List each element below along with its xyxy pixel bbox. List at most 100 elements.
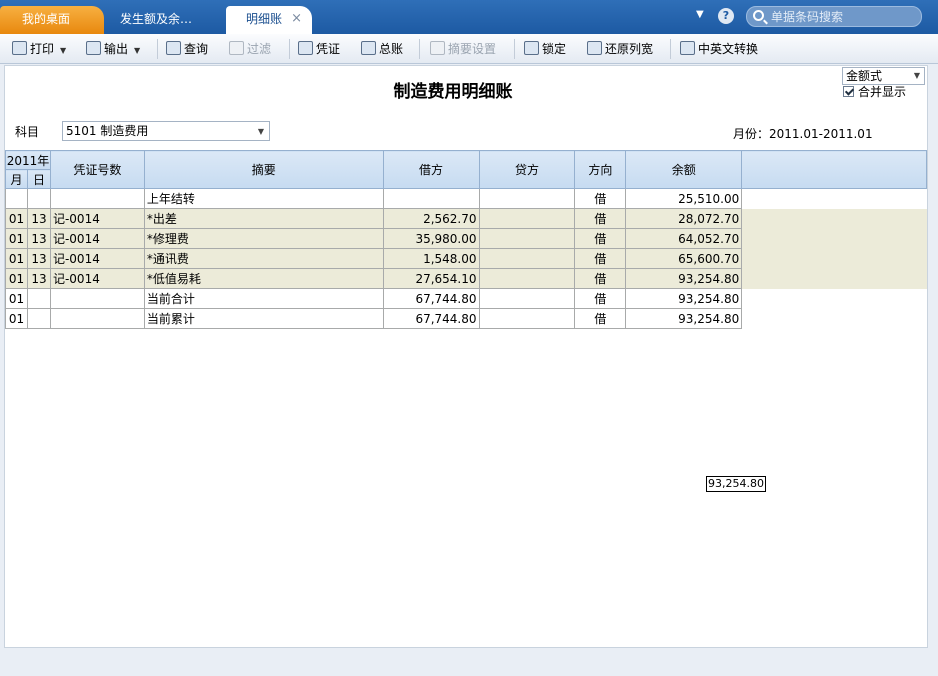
table-row[interactable]: 上年结转 借 25,510.00 [5, 188, 927, 209]
chevron-down-icon[interactable]: ▼ [696, 9, 704, 20]
month-cell[interactable] [5, 188, 28, 209]
table-row[interactable]: 01 13 记-0014 *通讯费 1,548.00 借 65,600.70 [5, 248, 927, 269]
format-select[interactable]: 金额式 ▼ [842, 67, 925, 85]
tab-detail-ledger[interactable]: 明细账 × [226, 6, 312, 34]
credit-cell[interactable] [478, 188, 576, 209]
merge-display-checkbox[interactable]: 合并显示 [843, 85, 906, 99]
tab-my-desktop[interactable]: 我的桌面 [0, 6, 104, 34]
balance-cell[interactable]: 28,072.70 [625, 208, 743, 229]
summary-cell[interactable]: *出差 [143, 208, 384, 229]
tab-balance-summary[interactable]: 发生额及余… [100, 6, 228, 34]
table-row[interactable]: 01 当前合计 67,744.80 借 93,254.80 [5, 288, 927, 309]
voucher-cell[interactable] [49, 308, 145, 329]
month-cell[interactable]: 01 [5, 208, 28, 229]
close-icon[interactable]: × [291, 6, 302, 32]
month-cell[interactable]: 01 [5, 248, 28, 269]
month-cell[interactable]: 01 [5, 288, 28, 309]
balance-cell[interactable]: 93,254.80 [625, 268, 743, 289]
restore-width-button[interactable]: 还原列宽 [587, 40, 653, 58]
blank-cell [741, 228, 927, 249]
credit-header[interactable]: 贷方 [478, 150, 576, 189]
debit-cell[interactable]: 35,980.00 [382, 228, 480, 249]
query-button[interactable]: 查询 [166, 40, 208, 58]
balance-cell[interactable]: 64,052.70 [625, 228, 743, 249]
voucher-button[interactable]: 凭证 [298, 40, 340, 58]
chevron-down-icon[interactable]: ▼ [60, 46, 66, 55]
day-cell[interactable] [26, 308, 51, 329]
direction-cell[interactable]: 借 [574, 248, 627, 269]
debit-header[interactable]: 借方 [382, 150, 480, 189]
debit-cell[interactable]: 67,744.80 [382, 308, 480, 329]
day-cell[interactable] [26, 188, 51, 209]
chevron-down-icon[interactable]: ▼ [134, 46, 140, 55]
month-cell[interactable]: 01 [5, 268, 28, 289]
debit-cell[interactable]: 27,654.10 [382, 268, 480, 289]
day-cell[interactable] [26, 288, 51, 309]
general-ledger-button[interactable]: 总账 [361, 40, 403, 58]
debit-cell[interactable]: 67,744.80 [382, 288, 480, 309]
debit-cell[interactable]: 2,562.70 [382, 208, 480, 229]
credit-cell[interactable] [478, 308, 576, 329]
summary-cell[interactable]: *修理费 [143, 228, 384, 249]
voucher-no-header[interactable]: 凭证号数 [49, 150, 145, 189]
balance-header[interactable]: 余额 [625, 150, 743, 189]
direction-cell[interactable]: 借 [574, 208, 627, 229]
summary-cell[interactable]: 上年结转 [143, 188, 384, 209]
summary-cell[interactable]: *通讯费 [143, 248, 384, 269]
day-cell[interactable]: 13 [26, 268, 51, 289]
debit-cell[interactable]: 1,548.00 [382, 248, 480, 269]
credit-cell[interactable] [478, 248, 576, 269]
voucher-cell[interactable]: 记-0014 [49, 228, 145, 249]
voucher-cell[interactable]: 记-0014 [49, 248, 145, 269]
help-icon[interactable]: ? [718, 8, 734, 24]
table-row[interactable]: 01 当前累计 67,744.80 借 93,254.80 [5, 308, 927, 329]
month-cell[interactable]: 01 [5, 308, 28, 329]
day-header[interactable]: 日 [26, 169, 51, 189]
day-cell[interactable]: 13 [26, 248, 51, 269]
credit-cell[interactable] [478, 228, 576, 249]
day-cell[interactable]: 13 [26, 228, 51, 249]
table-row[interactable]: 01 13 记-0014 *低值易耗 27,654.10 借 93,254.80 [5, 268, 927, 289]
filter-button[interactable]: 过滤 [229, 40, 271, 58]
summary-cell[interactable]: 当前累计 [143, 308, 384, 329]
subject-select[interactable]: 5101 制造费用 ▼ [62, 121, 270, 141]
barcode-search[interactable] [746, 6, 922, 27]
summary-cell[interactable]: *低值易耗 [143, 268, 384, 289]
direction-cell[interactable]: 借 [574, 308, 627, 329]
voucher-cell[interactable]: 记-0014 [49, 208, 145, 229]
export-button[interactable]: 输出 ▼ [86, 40, 140, 58]
summary-header[interactable]: 摘要 [143, 150, 384, 189]
direction-header[interactable]: 方向 [574, 150, 627, 189]
day-cell[interactable]: 13 [26, 208, 51, 229]
search-input[interactable] [771, 9, 915, 24]
lock-icon [524, 41, 539, 55]
direction-cell[interactable]: 借 [574, 268, 627, 289]
balance-cell[interactable]: 25,510.00 [625, 188, 743, 209]
month-cell[interactable]: 01 [5, 228, 28, 249]
direction-cell[interactable]: 借 [574, 228, 627, 249]
direction-cell[interactable]: 借 [574, 288, 627, 309]
chevron-down-icon: ▼ [257, 127, 264, 136]
checkbox-checked-icon[interactable] [843, 86, 854, 97]
direction-cell[interactable]: 借 [574, 188, 627, 209]
print-button[interactable]: 打印 ▼ [12, 40, 66, 58]
cn-en-switch-button[interactable]: 中英文转换 [680, 40, 758, 58]
debit-cell[interactable] [382, 188, 480, 209]
table-row[interactable]: 01 13 记-0014 *修理费 35,980.00 借 64,052.70 [5, 228, 927, 249]
balance-cell[interactable]: 65,600.70 [625, 248, 743, 269]
balance-cell[interactable]: 93,254.80 [625, 308, 743, 329]
lock-button[interactable]: 锁定 [524, 40, 566, 58]
credit-cell[interactable] [478, 288, 576, 309]
restore-width-label: 还原列宽 [605, 42, 654, 56]
voucher-cell[interactable] [49, 188, 145, 209]
credit-cell[interactable] [478, 208, 576, 229]
credit-cell[interactable] [478, 268, 576, 289]
voucher-cell[interactable] [49, 288, 145, 309]
query-icon [166, 41, 181, 55]
summary-cell[interactable]: 当前合计 [143, 288, 384, 309]
voucher-cell[interactable]: 记-0014 [49, 268, 145, 289]
summary-settings-button[interactable]: 摘要设置 [430, 40, 496, 58]
table-row[interactable]: 01 13 记-0014 *出差 2,562.70 借 28,072.70 [5, 208, 927, 229]
month-header[interactable]: 月 [5, 169, 28, 189]
balance-cell[interactable]: 93,254.80 [625, 288, 743, 309]
